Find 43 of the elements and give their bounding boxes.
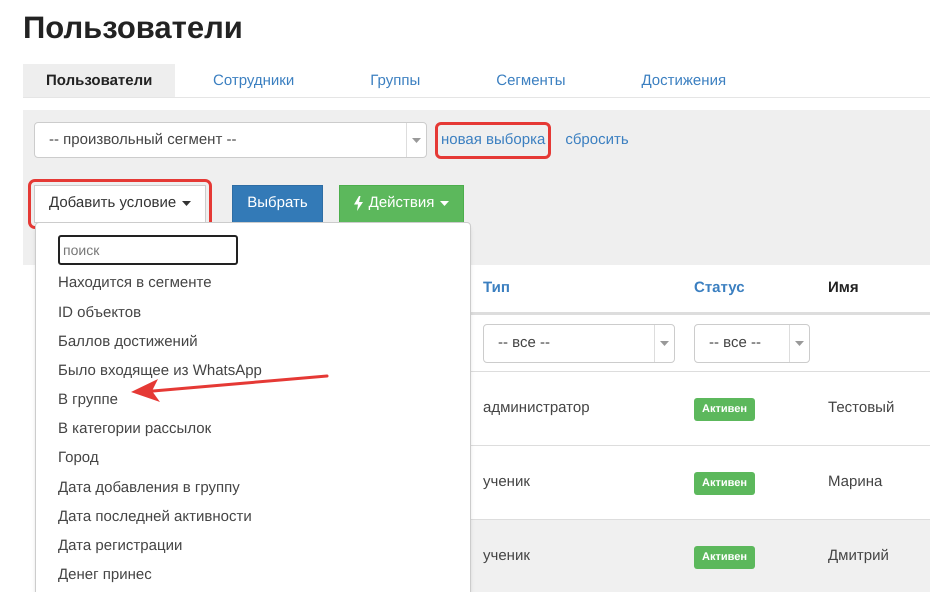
status-badge: Активен xyxy=(694,398,755,421)
tab[interactable]: Сегменты xyxy=(458,64,604,97)
menu-item[interactable]: Дата последней активности xyxy=(58,506,252,528)
caret-icon xyxy=(182,201,192,206)
menu-item[interactable]: Дата добавления в группу xyxy=(58,476,240,500)
lightning-icon xyxy=(354,196,363,211)
status-badge: Активен xyxy=(694,472,755,495)
link[interactable]: новая выборка xyxy=(435,122,552,158)
filter-select[interactable]: -- все -- xyxy=(694,324,810,362)
menu-item[interactable]: ID объектов xyxy=(58,302,142,324)
caret-icon xyxy=(412,138,421,143)
filter-select[interactable]: -- все -- xyxy=(483,324,675,362)
table-cell-text: Тестовый xyxy=(828,398,896,418)
caret-icon xyxy=(440,201,450,206)
search-field[interactable]: поиск xyxy=(58,235,238,265)
menu-item[interactable]: В группе xyxy=(58,389,118,412)
tab[interactable]: Группы xyxy=(332,64,458,97)
table-cell-text: администратор xyxy=(483,398,591,418)
link[interactable]: сбросить xyxy=(559,122,635,158)
tab[interactable]: Достижения xyxy=(603,64,764,97)
button[interactable]: Выбрать xyxy=(232,184,323,222)
column-header[interactable]: Тип xyxy=(483,277,694,300)
menu-item[interactable]: В категории рассылок xyxy=(58,418,212,441)
status-badge: Активен xyxy=(694,546,755,569)
column-header[interactable]: Статус xyxy=(694,277,828,300)
caret-icon xyxy=(660,340,669,346)
column-header: Имя xyxy=(828,278,860,298)
menu-item[interactable]: Город xyxy=(58,447,99,470)
menu-item[interactable]: Находится в сегменте xyxy=(58,272,212,295)
tab[interactable]: Сотрудники xyxy=(175,64,332,97)
table-cell-text: Марина xyxy=(828,472,884,492)
menu-item[interactable]: Баллов достижений xyxy=(58,330,198,354)
table-cell-text: Дмитрий xyxy=(828,546,890,566)
tab[interactable]: Пользователи xyxy=(23,64,175,97)
button[interactable]: Добавить условие xyxy=(34,184,206,222)
page-title: Пользователи xyxy=(23,10,244,47)
segment-select[interactable]: -- произвольный сегмент -- xyxy=(34,122,427,158)
table-cell-text: ученик xyxy=(483,472,531,492)
caret-icon xyxy=(795,340,804,346)
menu-item[interactable]: Денег принес xyxy=(58,564,152,587)
menu-item[interactable]: Было входящее из WhatsApp xyxy=(58,360,262,382)
table-cell-text: ученик xyxy=(483,546,531,566)
menu-item[interactable]: Дата регистрации xyxy=(58,535,182,558)
